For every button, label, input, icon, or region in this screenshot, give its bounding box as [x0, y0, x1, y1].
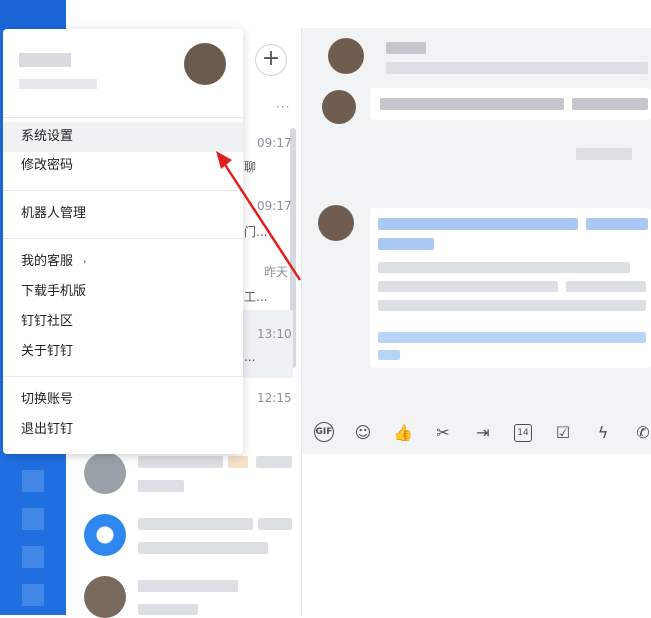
nav-item-blur[interactable]	[22, 508, 44, 530]
avatar[interactable]	[84, 514, 126, 556]
forward-icon[interactable]: ⇥	[472, 422, 494, 444]
menu-item-robot-management[interactable]: 机器人管理	[3, 199, 243, 229]
menu-divider	[3, 190, 243, 191]
avatar[interactable]	[84, 452, 126, 494]
calendar-icon[interactable]: 14	[514, 424, 532, 442]
lightning-icon[interactable]: ϟ	[592, 422, 614, 444]
avatar[interactable]	[322, 90, 356, 124]
blurred-text	[386, 62, 648, 74]
blurred-text	[378, 300, 646, 311]
blurred-badge	[228, 456, 248, 468]
menu-item-my-support[interactable]: 我的客服 ›	[3, 247, 243, 277]
conversation-snippet: ...	[244, 350, 256, 364]
blurred-timestamp	[576, 148, 632, 160]
avatar[interactable]	[328, 38, 364, 74]
blurred-text	[566, 281, 646, 292]
menu-item-download-mobile[interactable]: 下载手机版	[3, 277, 243, 307]
conversation-snippet: 门...	[244, 225, 268, 239]
avatar[interactable]	[84, 576, 126, 618]
conversation-time: 昨天	[264, 265, 289, 279]
phone-icon[interactable]: ✆	[632, 422, 651, 444]
avatar[interactable]	[184, 43, 226, 85]
menu-item-quit[interactable]: 退出钉钉	[3, 415, 243, 445]
avatar[interactable]	[318, 205, 354, 241]
blurred-text	[378, 281, 558, 292]
blurred-text	[572, 98, 648, 110]
blurred-text	[378, 262, 630, 273]
conversation-selected-highlight	[238, 310, 293, 378]
menu-divider	[3, 238, 243, 239]
menu-item-about[interactable]: 关于钉钉	[3, 337, 243, 367]
blurred-text	[258, 518, 292, 530]
menu-item-change-password[interactable]: 修改密码	[3, 151, 243, 181]
message-composer[interactable]	[302, 454, 651, 615]
nav-item-blur[interactable]	[22, 584, 44, 606]
menu-item-switch-account[interactable]: 切换账号	[3, 385, 243, 415]
add-button[interactable]: +	[255, 44, 287, 76]
blurred-link[interactable]	[586, 218, 648, 230]
blurred-text	[256, 456, 292, 468]
menu-item-system-settings[interactable]: 系统设置	[3, 122, 243, 152]
profile-menu: 系统设置 修改密码 机器人管理 我的客服 › 下载手机版 钉钉社区 关于钉钉 切…	[3, 29, 243, 454]
more-icon[interactable]: ···	[276, 100, 290, 114]
scissors-icon[interactable]: ✂	[432, 422, 454, 444]
menu-item-label: 我的客服	[21, 254, 74, 269]
conversation-time: 09:17	[257, 199, 292, 213]
blurred-link[interactable]	[378, 332, 646, 343]
nav-item-blur[interactable]	[22, 470, 44, 492]
blurred-text	[138, 518, 253, 530]
gif-icon[interactable]: GIF	[314, 422, 334, 442]
conversation-time: 13:10	[257, 327, 292, 341]
menu-divider	[3, 117, 243, 118]
blurred-user-name	[19, 53, 71, 67]
blurred-link[interactable]	[378, 238, 434, 250]
blurred-text	[138, 580, 238, 592]
menu-profile-header[interactable]	[3, 29, 243, 117]
blurred-link[interactable]	[378, 218, 578, 230]
blurred-text	[386, 42, 426, 54]
blurred-user-org	[19, 79, 97, 89]
blurred-text	[138, 456, 223, 468]
thumbs-up-icon[interactable]: 👍	[392, 422, 414, 444]
menu-item-community[interactable]: 钉钉社区	[3, 307, 243, 337]
conversation-snippet: 工...	[244, 290, 268, 304]
conversation-time: 09:17	[257, 136, 292, 150]
chat-toolbar: GIF ☺ 👍 ✂ ⇥ 14 ☑ ϟ ✆	[302, 414, 651, 454]
blurred-text	[138, 480, 184, 492]
blurred-link[interactable]	[378, 350, 400, 360]
conversation-snippet: 聊	[244, 160, 257, 174]
emoji-icon[interactable]: ☺	[352, 422, 374, 444]
window-top-strip	[66, 0, 651, 29]
nav-item-blur[interactable]	[22, 546, 44, 568]
menu-divider	[3, 376, 243, 377]
blurred-text	[380, 98, 564, 110]
blurred-text	[138, 542, 268, 554]
checkbox-icon[interactable]: ☑	[552, 422, 574, 444]
submenu-arrow-icon: ›	[83, 257, 87, 266]
nav-rail-top	[0, 0, 66, 30]
conversation-time: 12:15	[257, 391, 292, 405]
blurred-text	[138, 604, 198, 615]
